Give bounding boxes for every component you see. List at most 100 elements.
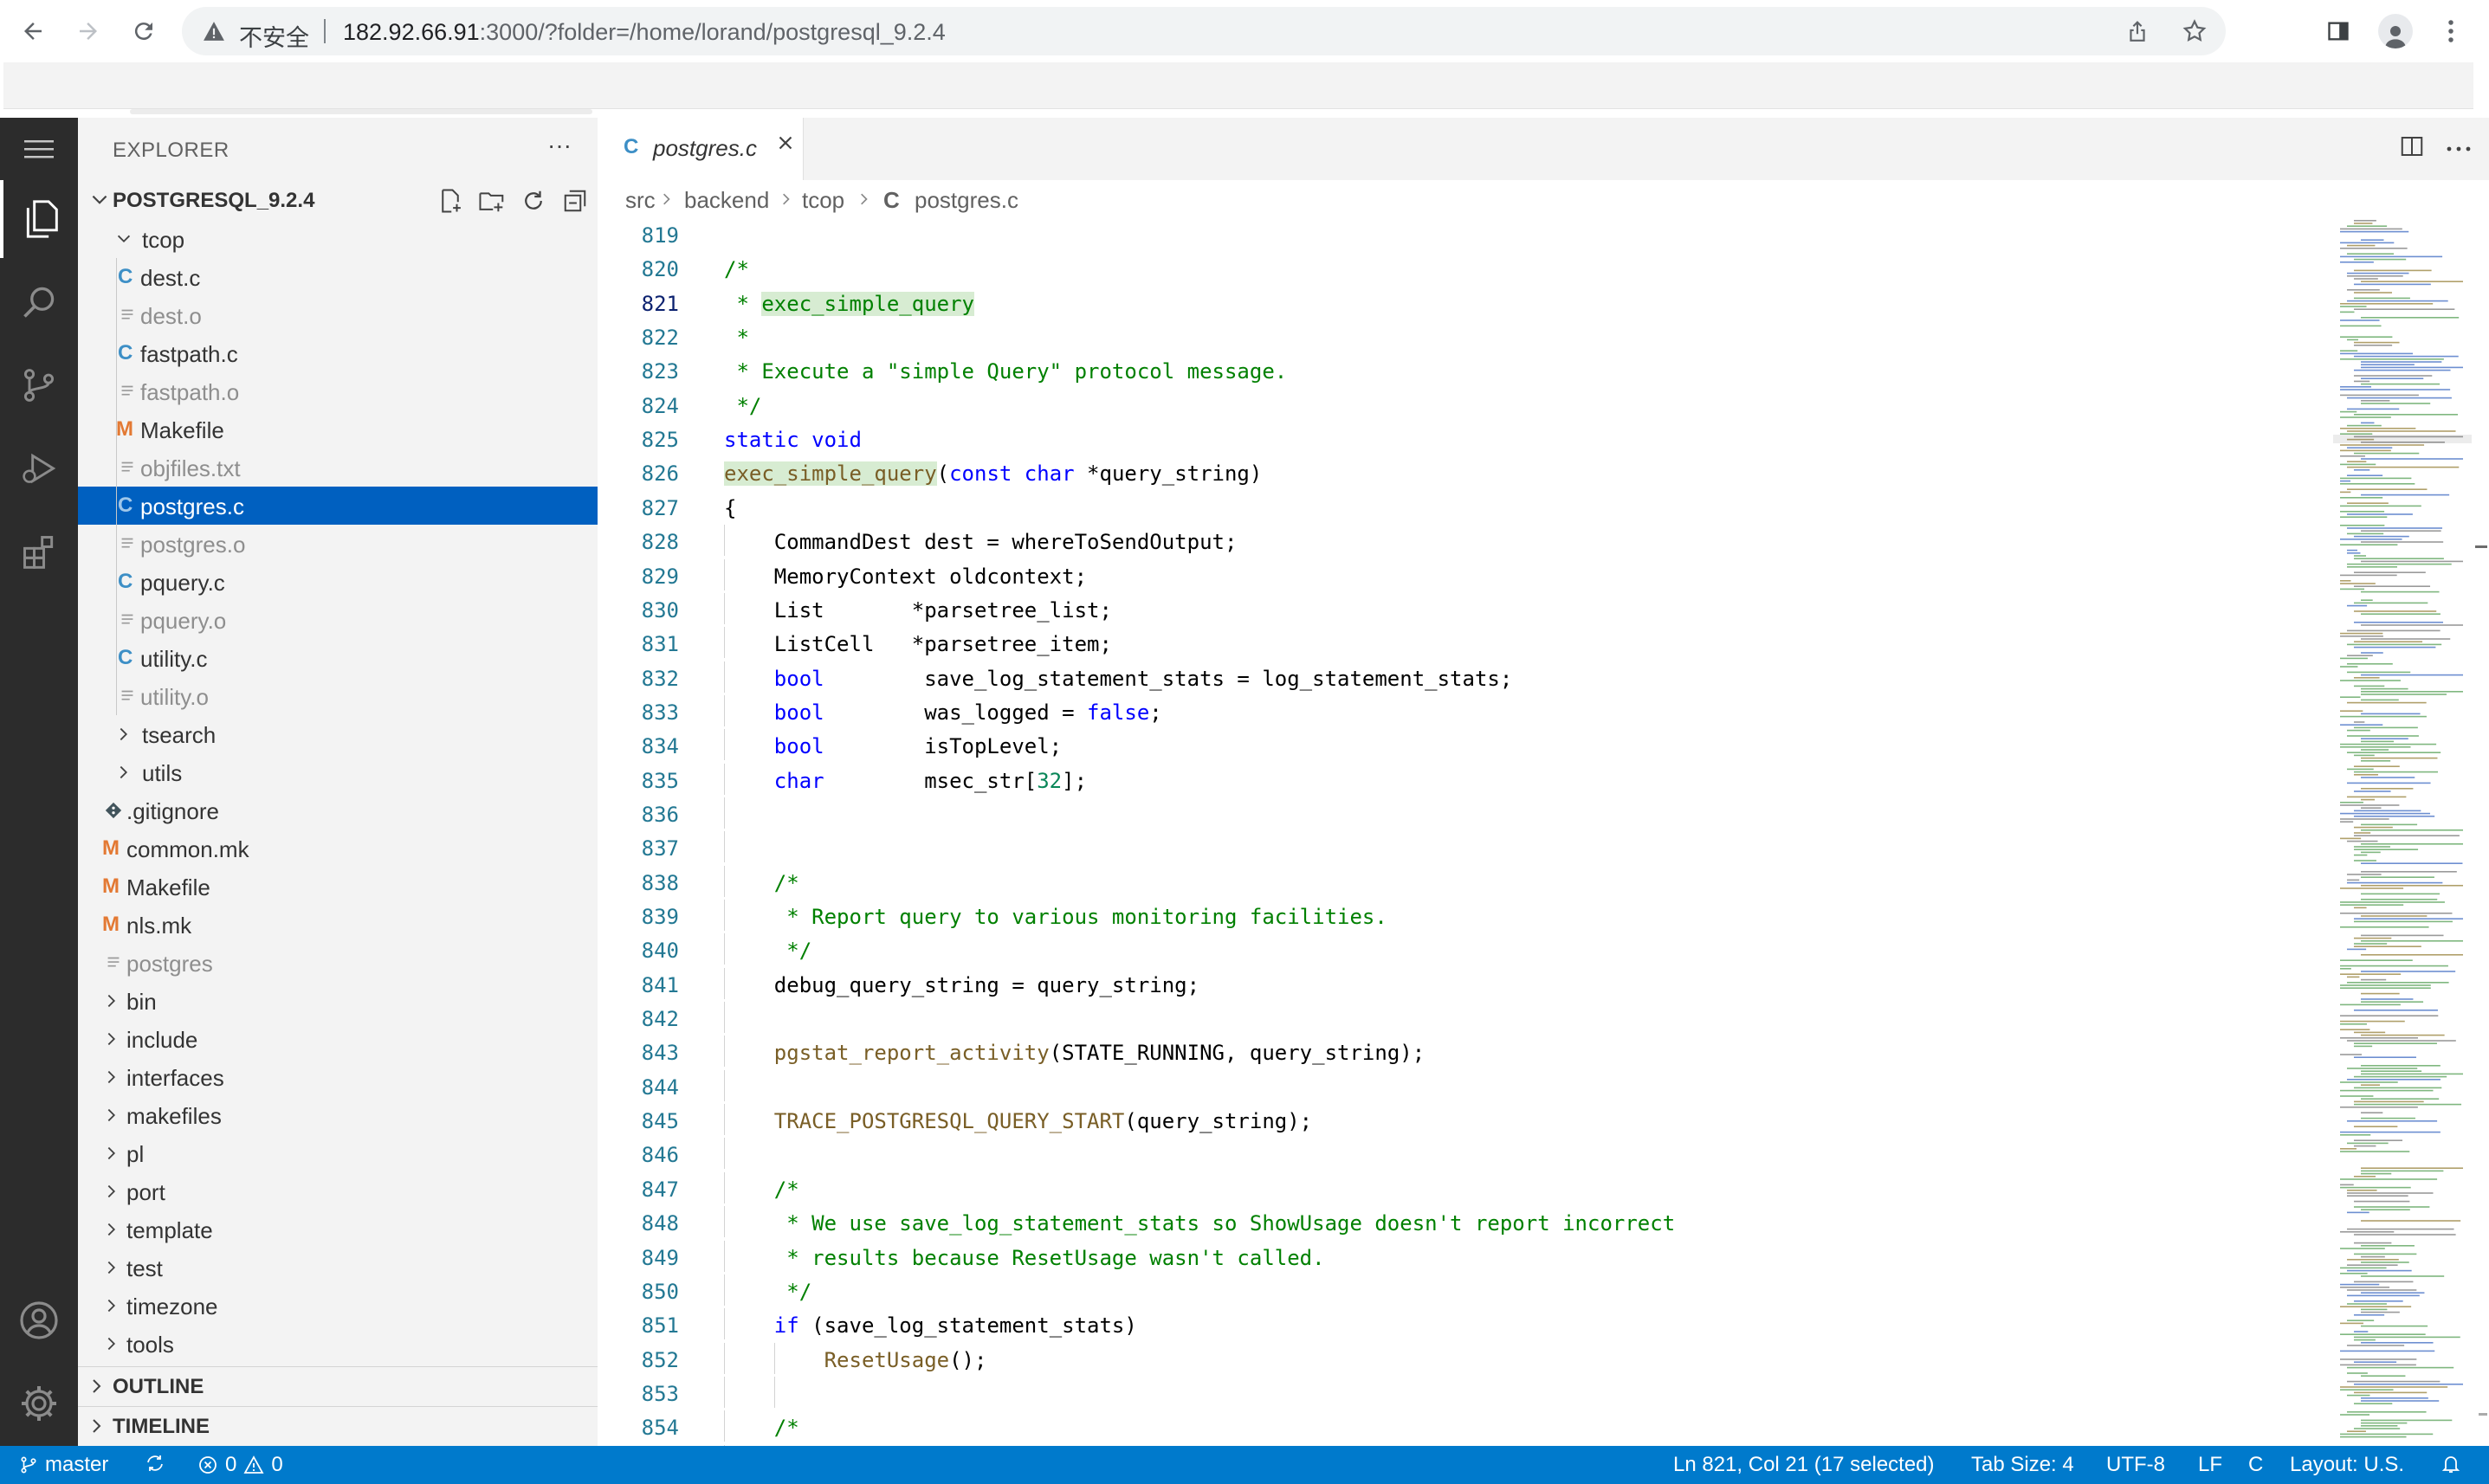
- profile-button[interactable]: [2375, 10, 2416, 52]
- tree-item[interactable]: postgres: [78, 944, 598, 982]
- new-file-button[interactable]: [436, 185, 464, 216]
- minimap-line: [2340, 1020, 2405, 1023]
- tree-item[interactable]: port: [78, 1172, 598, 1210]
- notifications-button[interactable]: [2441, 1453, 2461, 1475]
- scroll-shadow: [130, 109, 592, 114]
- minimap-line: [2354, 1010, 2438, 1011]
- source-control-button[interactable]: [0, 346, 78, 424]
- code-editor[interactable]: 819 820/* 821 * exec_simple_query 822 * 823 …: [598, 218, 2489, 1446]
- encoding[interactable]: UTF-8: [2106, 1453, 2165, 1477]
- tree-item[interactable]: tsearch: [78, 715, 598, 753]
- search-view-button[interactable]: [0, 263, 78, 341]
- run-debug-button[interactable]: [0, 429, 78, 507]
- side-panel-button[interactable]: [2318, 10, 2359, 52]
- language-mode[interactable]: C: [2248, 1453, 2263, 1477]
- menu-button[interactable]: [0, 118, 78, 180]
- split-editor-button[interactable]: [2399, 133, 2425, 164]
- breadcrumb: src backend tcop C postgres.c: [598, 180, 2489, 218]
- tree-item[interactable]: Cpostgres.c: [78, 487, 598, 525]
- explorer-view-button[interactable]: [0, 180, 78, 258]
- problems-indicator[interactable]: 0 0: [197, 1453, 283, 1477]
- tree-item[interactable]: template: [78, 1210, 598, 1248]
- cursor-position[interactable]: Ln 821, Col 21 (17 selected): [1673, 1453, 1935, 1477]
- manage-button[interactable]: [0, 1365, 78, 1442]
- minimap-line: [2361, 239, 2384, 241]
- tree-item[interactable]: makefiles: [78, 1096, 598, 1134]
- outline-section[interactable]: OUTLINE: [78, 1366, 598, 1406]
- sidebar-header: EXPLORER ···: [78, 118, 598, 180]
- bookmark-star-button[interactable]: [2170, 7, 2219, 55]
- branch-indicator[interactable]: master: [19, 1453, 108, 1477]
- breadcrumb-file[interactable]: postgres.c: [915, 187, 1018, 214]
- tree-item[interactable]: utility.o: [78, 677, 598, 715]
- address-bar[interactable]: 不安全 182.92.66.91:3000/?folder=/home/lora…: [182, 7, 2226, 55]
- tree-item[interactable]: test: [78, 1248, 598, 1287]
- minimap-line: [2354, 1403, 2393, 1404]
- end-of-line[interactable]: LF: [2198, 1453, 2222, 1477]
- refresh-explorer-button[interactable]: [520, 185, 547, 216]
- tree-item[interactable]: timezone: [78, 1287, 598, 1325]
- tree-item-label: test: [126, 1255, 163, 1281]
- indent-guide: [116, 448, 117, 487]
- editor-more-button[interactable]: [2446, 141, 2472, 157]
- timeline-section[interactable]: TIMELINE: [78, 1406, 598, 1446]
- accounts-button[interactable]: [0, 1281, 78, 1359]
- url-text[interactable]: 182.92.66.91:3000/?folder=/home/lorand/p…: [343, 19, 946, 46]
- tree-item[interactable]: bin: [78, 982, 598, 1020]
- breadcrumb-tcop[interactable]: tcop: [802, 187, 844, 214]
- sync-button[interactable]: [144, 1453, 166, 1474]
- tree-item[interactable]: postgres.o: [78, 525, 598, 563]
- browser-menu-button[interactable]: [2430, 10, 2472, 52]
- minimap-line: [2361, 1255, 2385, 1258]
- back-button[interactable]: [12, 10, 54, 52]
- breadcrumb-src[interactable]: src: [625, 187, 656, 214]
- minimap-line: [2347, 244, 2376, 247]
- tree-item[interactable]: Mcommon.mk: [78, 829, 598, 868]
- line-number: 846: [641, 1143, 679, 1168]
- tree-item[interactable]: Mnls.mk: [78, 906, 598, 944]
- minimap-line: [2361, 281, 2463, 282]
- tree-item[interactable]: dest.o: [78, 296, 598, 334]
- tree-item[interactable]: utils: [78, 753, 598, 791]
- tree-item[interactable]: tcop: [78, 220, 598, 258]
- minimap-line: [2340, 525, 2385, 526]
- breadcrumb-backend[interactable]: backend: [684, 187, 769, 214]
- tree-item[interactable]: interfaces: [78, 1058, 598, 1096]
- code-line: 834 bool isTopLevel;: [598, 729, 2243, 761]
- minimap-line: [2340, 477, 2412, 480]
- code-line: 836: [598, 797, 2243, 829]
- minimap[interactable]: [2333, 218, 2472, 1446]
- tree-item[interactable]: Cutility.c: [78, 639, 598, 677]
- collapse-folders-button[interactable]: [561, 185, 589, 216]
- tree-item[interactable]: pl: [78, 1134, 598, 1172]
- workspace-root[interactable]: POSTGRESQL_9.2.4: [78, 182, 598, 220]
- tree-item[interactable]: tools: [78, 1325, 598, 1363]
- code-token: */: [724, 939, 812, 964]
- forward-button[interactable]: [68, 10, 109, 52]
- tree-item[interactable]: include: [78, 1020, 598, 1058]
- tree-item[interactable]: Cdest.c: [78, 258, 598, 296]
- minimap-line: [2361, 749, 2389, 751]
- tab-close-button[interactable]: [774, 132, 797, 158]
- tab-postgres-c[interactable]: C postgres.c: [598, 118, 804, 180]
- tab-size[interactable]: Tab Size: 4: [1971, 1453, 2074, 1477]
- extensions-button[interactable]: [0, 513, 78, 590]
- tree-item[interactable]: .gitignore: [78, 791, 598, 829]
- tree-item[interactable]: objfiles.txt: [78, 448, 598, 487]
- tree-item[interactable]: M Makefile: [78, 868, 598, 906]
- tree-item[interactable]: pquery.o: [78, 601, 598, 639]
- url-path: :3000/?folder=/home/lorand/postgresql_9.…: [479, 19, 946, 45]
- tree-item[interactable]: Cfastpath.c: [78, 334, 598, 372]
- keyboard-layout[interactable]: Layout: U.S.: [2290, 1453, 2404, 1477]
- share-button[interactable]: [2113, 7, 2162, 55]
- minimap-line: [2354, 269, 2432, 272]
- editor-group: C postgres.c src backend tcop C postgres…: [598, 118, 2489, 1446]
- tree-item[interactable]: fastpath.o: [78, 372, 598, 410]
- reload-button[interactable]: [123, 10, 165, 52]
- tree-item[interactable]: Cpquery.c: [78, 563, 598, 601]
- explorer-more-button[interactable]: ···: [547, 132, 572, 159]
- new-folder-button[interactable]: [478, 185, 506, 216]
- tree-item[interactable]: M Makefile: [78, 410, 598, 448]
- code-text: TRACE_POSTGRESQL_QUERY_START(query_strin…: [724, 1109, 1312, 1133]
- person-icon: [2385, 26, 2406, 48]
